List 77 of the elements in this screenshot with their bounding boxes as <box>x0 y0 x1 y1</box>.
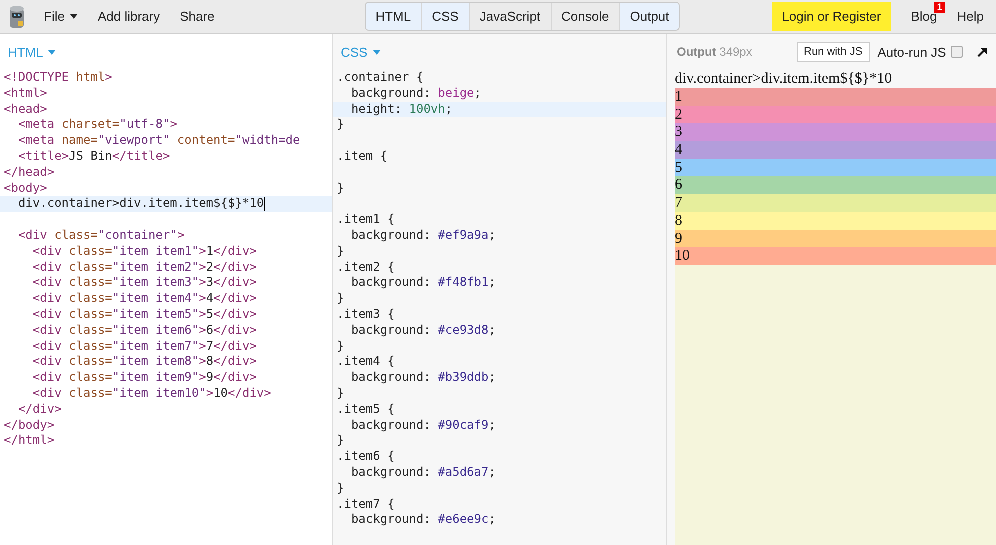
popout-arrow-icon[interactable] <box>977 46 988 58</box>
code-line: background: #ce93d8; <box>350 322 497 339</box>
code-line: } <box>336 480 346 497</box>
menu-button[interactable]: File <box>36 5 86 28</box>
code-line: <title>JS Bin</title> <box>17 148 172 165</box>
preview-item: 4 <box>675 141 996 159</box>
code-line: .item5 { <box>336 402 396 418</box>
login-button[interactable]: Login or Register <box>772 2 892 31</box>
panel-tab[interactable]: Output <box>620 3 680 30</box>
code-line: } <box>336 244 346 260</box>
code-line: .item6 { <box>336 449 396 465</box>
code-line: <div class="item item5">5</div> <box>32 306 258 323</box>
preview-item: 9 <box>675 230 996 248</box>
code-line: <meta charset="utf-8"> <box>17 117 178 134</box>
panel-tab[interactable]: CSS <box>422 3 470 30</box>
code-line: <div class="item item3">3</div> <box>32 275 258 292</box>
code-line: <head> <box>3 102 48 118</box>
preview-item: 2 <box>675 106 996 124</box>
code-line: } <box>336 433 346 450</box>
code-line: </div> <box>17 402 63 418</box>
code-line: } <box>336 180 346 196</box>
caret-icon <box>372 50 381 54</box>
code-line: background: beige; <box>350 86 483 102</box>
code-line: <!DOCTYPE html> <box>3 70 114 86</box>
preview-item: 8 <box>675 212 996 230</box>
preview-item: 6 <box>675 176 996 194</box>
bin-logo-icon[interactable] <box>8 4 26 28</box>
code-line: </body> <box>3 418 56 434</box>
menu-button[interactable]: Share <box>172 5 223 28</box>
code-line: background: #ef9a9a; <box>350 228 497 244</box>
autorun-checkbox[interactable] <box>951 46 964 58</box>
preview-item: 10 <box>675 247 996 265</box>
code-line: .item7 { <box>336 496 396 512</box>
preview-item: 5 <box>675 158 996 176</box>
panel-tab[interactable]: JavaScript <box>470 3 552 30</box>
code-line: } <box>336 117 346 134</box>
code-line: <body> <box>3 180 48 196</box>
caret-icon <box>48 50 56 54</box>
code-line: <div class="item item6">6</div> <box>32 322 258 339</box>
code-line: } <box>336 386 346 402</box>
code-line: .item1 { <box>336 212 396 228</box>
notification-badge: 1 <box>934 2 946 13</box>
run-button[interactable]: Run with JS <box>797 42 870 62</box>
code-line: } <box>336 338 346 354</box>
code-line: <div class="item item9">9</div> <box>32 370 258 386</box>
code-line: <html> <box>3 86 48 102</box>
autorun-label: Auto-run JS <box>878 44 946 60</box>
code-line: .container { <box>336 70 425 86</box>
menu-button[interactable]: Add library <box>90 5 168 28</box>
code-line: .item2 { <box>336 260 396 276</box>
panel-tab[interactable]: HTML <box>366 3 422 30</box>
code-line: background: #e6ee9c; <box>350 512 497 528</box>
preview-item: 3 <box>675 123 996 142</box>
output-label: Output 349px <box>677 45 754 59</box>
help-link[interactable]: Help <box>949 5 992 28</box>
preview-item: 1 <box>675 88 996 106</box>
code-line: background: #a5d6a7; <box>350 464 497 481</box>
code-line: .item3 { <box>336 306 396 323</box>
code-line: <meta name="viewport" content="width=de <box>17 133 302 149</box>
blog-link[interactable]: Blog 1 <box>903 5 946 28</box>
preview-item: 7 <box>675 194 996 212</box>
code-line: <div class="item item10">10</div> <box>32 386 272 402</box>
code-line: background: #90caf9; <box>350 418 497 434</box>
code-line: </head> <box>3 164 56 181</box>
code-line: background: #b39ddb; <box>350 370 497 386</box>
code-line: .item { <box>336 148 389 165</box>
code-line: <div class="item item2">2</div> <box>32 260 258 276</box>
code-line: <div class="item item8">8</div> <box>32 354 258 370</box>
code-line: </html> <box>3 433 56 450</box>
preview-text: div.container>div.item.item${$}*10 <box>675 70 894 88</box>
code-line: background: #f48fb1; <box>350 275 497 292</box>
code-line: <div class="item item4">4</div> <box>32 291 258 307</box>
code-line: <div class="container"> <box>17 228 186 244</box>
code-line: <div class="item item1">1</div> <box>32 244 258 260</box>
code-line: <div class="item item7">7</div> <box>32 338 258 354</box>
code-line: } <box>336 291 346 307</box>
code-line: .item4 { <box>336 354 396 370</box>
